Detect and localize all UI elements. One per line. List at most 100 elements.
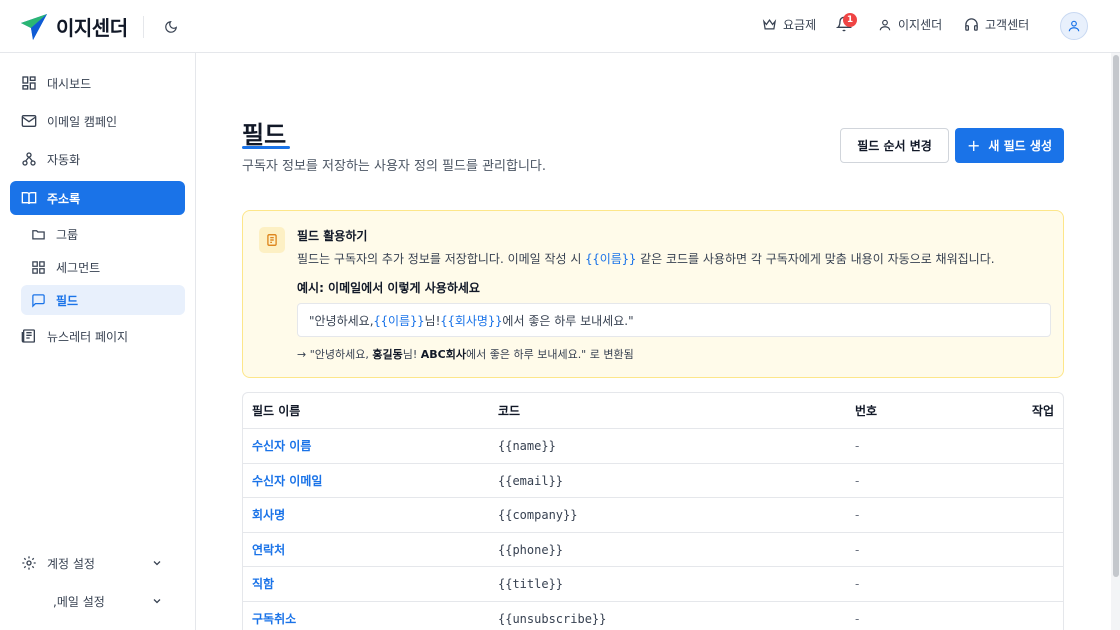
example-text: "안녕하세요, <box>309 313 374 328</box>
sidebar-account-settings[interactable]: 계정 설정 <box>10 546 185 580</box>
book-open-icon <box>21 192 37 205</box>
field-code: {{phone}} <box>498 542 564 557</box>
user-avatar-button[interactable] <box>1060 12 1088 40</box>
field-name-link[interactable]: 수신자 이메일 <box>252 464 322 498</box>
sidebar-item-label: 세그먼트 <box>56 260 101 275</box>
field-number: - <box>855 439 860 453</box>
nav-account-link[interactable]: 이지센더 <box>878 16 942 33</box>
sidebar-item-label: ,메일 설정 <box>53 594 105 609</box>
table-row: 회사명 {{company}} - <box>243 498 1063 533</box>
document-icon <box>267 234 277 246</box>
field-number: - <box>855 508 860 522</box>
sidebar-item-group[interactable]: 그룹 <box>21 219 185 249</box>
fields-table: 필드 이름 코드 번호 작업 수신자 이름 {{name}} - 수신자 이메일… <box>242 392 1064 630</box>
header-divider <box>143 16 144 38</box>
nav-account-label: 이지센더 <box>898 18 943 32</box>
result-company: ABC회사 <box>420 348 466 361</box>
example-box: "안녕하세요, {{이름}} 님! {{회사명}} 에서 좋은 하루 보내세요." <box>297 303 1051 337</box>
example-code-tag: {{이름}} <box>373 313 425 328</box>
info-title: 필드 활용하기 <box>297 229 368 243</box>
field-number: - <box>855 542 860 557</box>
sidebar-item-label: 대시보드 <box>47 76 92 91</box>
avatar-user-icon <box>1068 20 1080 32</box>
sidebar-email-settings[interactable]: ,메일 설정 <box>10 584 185 618</box>
brand-name: 이지센더 <box>56 16 128 40</box>
notification-badge: 1 <box>843 13 857 27</box>
sidebar-item-label: 자동화 <box>47 152 81 167</box>
nav-plan-label: 요금제 <box>783 18 817 32</box>
sidebar-item-label: 주소록 <box>47 191 81 206</box>
sidebar-item-newsletter-page[interactable]: 뉴스레터 페이지 <box>10 319 185 353</box>
field-code: {{unsubscribe}} <box>498 611 607 626</box>
sidebar-item-label: 뉴스레터 페이지 <box>47 329 129 344</box>
chevron-down-icon <box>153 561 161 566</box>
sidebar: 대시보드 이메일 캠페인 자동화 주소록 그룹 세그먼트 필드 뉴스레터 페이지… <box>0 53 196 630</box>
create-field-button[interactable]: + 새 필드 생성 <box>955 128 1064 163</box>
column-header-name: 필드 이름 <box>252 404 301 418</box>
sidebar-item-email-campaign[interactable]: 이메일 캠페인 <box>10 104 185 138</box>
field-code: {{name}} <box>498 439 556 453</box>
field-name-link[interactable]: 회사명 <box>252 498 285 532</box>
result-text: 님! <box>402 348 421 361</box>
sidebar-item-label: 필드 <box>56 293 79 308</box>
table-row: 수신자 이름 {{name}} - <box>243 429 1063 464</box>
paper-plane-logo-icon <box>21 13 47 40</box>
message-square-icon <box>32 293 45 308</box>
field-usage-info-panel: 필드 활용하기 필드는 구독자의 추가 정보를 저장합니다. 이메일 작성 시 … <box>242 210 1064 378</box>
page-scrollbar-thumb[interactable] <box>1113 55 1119 577</box>
gear-icon <box>22 556 36 570</box>
column-header-action: 작업 <box>1031 404 1054 418</box>
crown-icon <box>762 19 777 30</box>
headphones-icon <box>965 18 978 31</box>
sidebar-item-label: 계정 설정 <box>47 556 95 571</box>
theme-toggle-button[interactable] <box>161 17 181 37</box>
field-code: {{title}} <box>498 577 564 591</box>
mail-icon <box>21 115 37 127</box>
user-icon <box>879 19 891 30</box>
nav-support-label: 고객센터 <box>985 18 1030 32</box>
field-code: {{email}} <box>498 473 564 488</box>
info-doc-icon-wrap <box>259 227 285 253</box>
info-desc-text: 필드는 구독자의 추가 정보를 저장합니다. 이메일 작성 시 <box>297 252 586 266</box>
brand-logo-link[interactable]: 이지센더 <box>20 12 128 41</box>
nav-support-link[interactable]: 고객센터 <box>964 16 1029 33</box>
field-name-link[interactable]: 구독취소 <box>252 602 296 630</box>
newspaper-icon <box>21 329 35 343</box>
title-underline <box>242 146 290 149</box>
top-header: 이지센더 요금제 1 이지센더 고객센터 <box>0 0 1120 53</box>
table-row: 직함 {{title}} - <box>243 567 1063 602</box>
table-row: 연락처 {{phone}} - <box>243 533 1063 567</box>
example-code-tag: {{회사명}} <box>440 313 503 328</box>
field-number: - <box>855 473 860 488</box>
field-code: {{company}} <box>498 508 578 522</box>
sidebar-item-dashboard[interactable]: 대시보드 <box>10 66 185 100</box>
sidebar-item-segment[interactable]: 세그먼트 <box>21 252 185 282</box>
column-header-number: 번호 <box>855 404 878 418</box>
sidebar-item-label: 이메일 캠페인 <box>47 114 118 129</box>
reorder-fields-button[interactable]: 필드 순서 변경 <box>840 128 949 163</box>
chevron-down-icon <box>153 599 161 604</box>
sidebar-item-automation[interactable]: 자동화 <box>10 142 185 176</box>
plus-icon: + <box>967 136 981 155</box>
example-label: 예시: 이메일에서 이렇게 사용하세요 <box>297 281 480 295</box>
create-field-label: 새 필드 생성 <box>988 139 1052 153</box>
app-root: 이지센더 요금제 1 이지센더 고객센터 대시보드 이메일 캠페인 자동화 주소… <box>0 0 1120 630</box>
field-number: - <box>855 577 860 591</box>
example-text: 님! <box>424 313 441 328</box>
nav-plan-link[interactable]: 요금제 <box>762 16 816 33</box>
grid-icon <box>32 260 45 274</box>
folder-icon <box>32 229 45 239</box>
field-name-link[interactable]: 연락처 <box>252 533 285 567</box>
main-content: 필드 구독자 정보를 저장하는 사용자 정의 필드를 관리합니다. 필드 순서 … <box>196 53 1108 630</box>
info-code-tag: {{이름}} <box>585 252 637 266</box>
field-number: - <box>855 611 860 626</box>
field-name-link[interactable]: 수신자 이름 <box>252 429 311 463</box>
field-name-link[interactable]: 직함 <box>252 567 274 601</box>
result-text: 에서 좋은 하루 보내세요." 로 변환됨 <box>466 348 634 361</box>
workflow-icon <box>22 152 36 166</box>
sidebar-item-fields[interactable]: 필드 <box>21 285 185 315</box>
example-text: 에서 좋은 하루 보내세요." <box>502 313 634 328</box>
result-text: → "안녕하세요, <box>297 348 373 361</box>
page-title: 필드 <box>242 121 287 149</box>
sidebar-item-address-book[interactable]: 주소록 <box>10 181 185 215</box>
